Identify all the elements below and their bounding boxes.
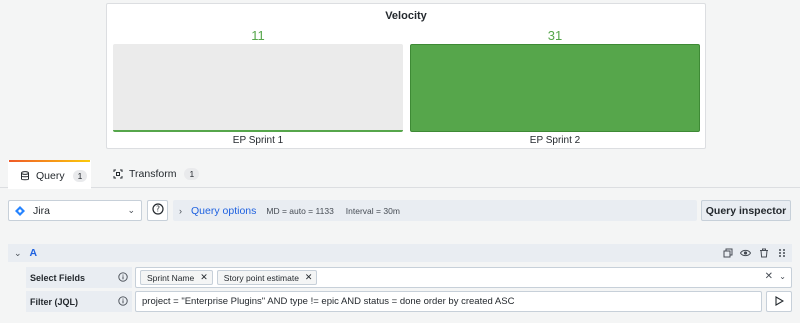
tab-label: Query — [36, 169, 65, 182]
help-button[interactable]: ? — [147, 200, 168, 221]
eye-icon[interactable] — [739, 246, 752, 259]
clear-icon[interactable]: ✕ — [765, 271, 773, 282]
transform-icon — [113, 169, 123, 179]
drag-handle-icon[interactable] — [775, 246, 788, 259]
play-icon — [774, 293, 784, 311]
trash-icon[interactable] — [757, 246, 770, 259]
query-inspector-button[interactable]: Query inspector — [701, 200, 791, 221]
chevron-down-icon[interactable]: ⌄ — [14, 248, 22, 259]
bar-group-2: 31 EP Sprint 2 — [410, 28, 700, 146]
panel-title: Velocity — [385, 10, 427, 22]
chevron-down-icon: ⌄ — [127, 205, 135, 215]
query-row-actions — [721, 246, 788, 259]
filter-jql-label: Filter (JQL) — [26, 291, 132, 312]
chip-label: Story point estimate — [223, 272, 299, 283]
info-icon[interactable] — [118, 272, 128, 284]
svg-text:?: ? — [156, 204, 160, 213]
query-options-label[interactable]: Query options — [191, 205, 256, 217]
velocity-panel: Velocity 11 EP Sprint 1 31 EP Sprint 2 — [106, 3, 706, 149]
jql-input[interactable]: project = "Enterprise Plugins" AND type … — [135, 291, 762, 312]
jira-icon — [15, 205, 25, 216]
bar-value-label: 11 — [251, 28, 265, 43]
interval: Interval = 30m — [345, 205, 400, 216]
query-name[interactable]: A — [30, 247, 38, 259]
bar — [410, 44, 700, 132]
tab-query[interactable]: Query 1 — [8, 160, 91, 189]
close-icon[interactable]: ✕ — [305, 272, 313, 283]
chevron-right-icon: › — [179, 205, 182, 216]
chip-label: Sprint Name — [147, 272, 195, 283]
tab-transform[interactable]: Transform 1 — [113, 160, 203, 188]
database-icon — [20, 170, 30, 181]
query-row-header[interactable]: ⌄ A — [8, 244, 792, 262]
query-options-bar[interactable]: › Query options MD = auto = 1133 Interva… — [173, 200, 697, 221]
duplicate-icon[interactable] — [721, 246, 734, 259]
max-data-points: MD = auto = 1133 — [266, 205, 334, 216]
tab-label: Transform — [129, 168, 177, 180]
datasource-select[interactable]: Jira ⌄ — [8, 200, 142, 221]
editor-tabs: Query 1 Transform 1 — [0, 160, 800, 189]
help-icon: ? — [151, 202, 164, 220]
filter-jql-text: Filter (JQL) — [30, 296, 79, 307]
bar-category-label: EP Sprint 1 — [232, 135, 284, 146]
bar-category-label: EP Sprint 2 — [529, 135, 581, 146]
field-chip: Story point estimate ✕ — [216, 270, 318, 285]
chevron-down-icon[interactable]: ⌄ — [779, 272, 786, 281]
run-query-button[interactable] — [766, 291, 792, 312]
tab-count-badge: 1 — [184, 168, 200, 180]
close-icon[interactable]: ✕ — [200, 272, 208, 283]
bar-group-1: 11 EP Sprint 1 — [113, 28, 403, 146]
bar-value-label: 31 — [547, 28, 563, 43]
select-fields-label: Select Fields — [26, 267, 132, 288]
bar — [113, 44, 403, 132]
field-chip: Sprint Name ✕ — [140, 270, 213, 285]
datasource-name: Jira — [33, 204, 50, 217]
select-fields-input[interactable]: Sprint Name ✕ Story point estimate ✕ ✕ ⌄ — [135, 267, 792, 288]
tab-count-badge: 1 — [72, 169, 88, 182]
info-icon[interactable] — [118, 296, 128, 308]
select-fields-text: Select Fields — [30, 272, 86, 283]
